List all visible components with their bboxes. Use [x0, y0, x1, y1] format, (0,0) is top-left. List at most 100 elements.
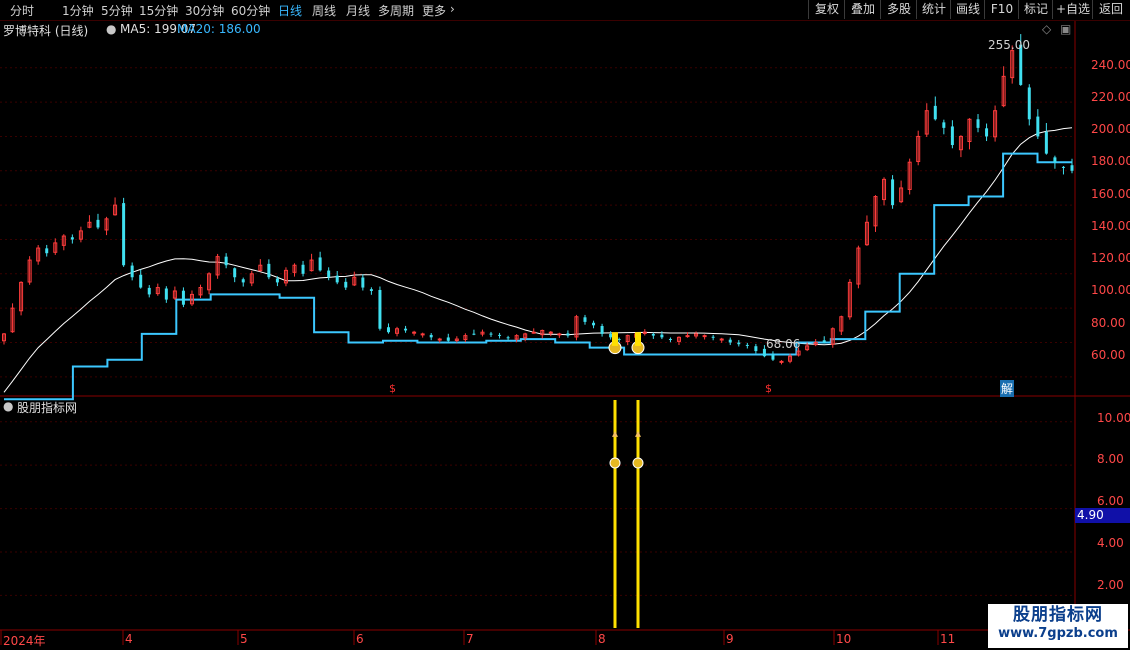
candle-body	[942, 122, 946, 128]
y-tick: 240.00	[1091, 58, 1130, 72]
stock-title: 罗博特科 (日线)	[3, 24, 89, 38]
candle-body	[668, 338, 672, 340]
diamond-icon[interactable]: ◇	[1042, 22, 1051, 36]
candle-body	[327, 270, 331, 278]
grid-lines	[0, 67, 1075, 596]
tab-15min[interactable]: 15分钟	[139, 2, 178, 19]
candle-body	[181, 290, 185, 305]
y-tick: 120.00	[1091, 251, 1130, 265]
hand-pointer-icon	[635, 430, 641, 437]
x-axis-label: 9	[726, 632, 734, 646]
candle-body	[378, 289, 382, 329]
candle-body	[592, 322, 596, 326]
tab-30min[interactable]: 30分钟	[185, 2, 224, 19]
candle-body	[70, 237, 74, 240]
add-favorite-button[interactable]: +自选	[1052, 0, 1093, 19]
candle-body	[702, 335, 707, 338]
candle-body	[275, 278, 279, 283]
candle-body	[933, 105, 937, 120]
candle-body	[1070, 165, 1074, 171]
circle-icon[interactable]: ●	[3, 399, 13, 413]
chevron-right-icon[interactable]: ›	[450, 2, 455, 16]
candle-body	[1053, 157, 1057, 163]
watermark-url: www.7gpzb.com	[998, 626, 1118, 641]
candle-body	[420, 333, 425, 336]
candle-body	[344, 281, 348, 288]
multi-stock-button[interactable]: 多股	[880, 0, 917, 19]
draw-line-button[interactable]: 画线	[950, 0, 985, 19]
y-tick: 80.00	[1091, 316, 1126, 330]
axis-frame	[0, 19, 1130, 645]
candle-body	[318, 257, 322, 271]
x-axis-label: 11	[940, 632, 956, 646]
y-tick: 60.00	[1091, 348, 1126, 362]
tab-1min[interactable]: 1分钟	[62, 2, 94, 19]
candle-body	[472, 333, 476, 335]
candle-body	[122, 203, 126, 266]
x-axis-label: 7	[466, 632, 474, 646]
overlay-button[interactable]: 叠加	[844, 0, 881, 19]
tab-60min[interactable]: 60分钟	[231, 2, 270, 19]
back-button[interactable]: 返回	[1092, 0, 1129, 19]
candle-body	[224, 256, 228, 266]
tab-daily[interactable]: 日线	[278, 2, 302, 19]
stats-button[interactable]: 统计	[916, 0, 951, 19]
hand-pointer-icon	[612, 430, 618, 437]
candle-body	[719, 338, 724, 341]
candle-body	[600, 326, 604, 334]
candle-body	[566, 333, 570, 336]
candle-body	[617, 339, 621, 341]
tab-5min[interactable]: 5分钟	[101, 2, 133, 19]
circle-icon[interactable]: ●	[106, 22, 116, 36]
candle-body	[233, 268, 237, 278]
y-tick: 200.00	[1091, 122, 1130, 136]
tab-weekly[interactable]: 周线	[312, 2, 336, 19]
money-bag-icon	[632, 457, 644, 469]
candle-body	[685, 335, 690, 338]
ma20-label: MA20: 186.00	[177, 22, 261, 36]
sub-y-tick: 8.00	[1097, 452, 1124, 466]
sub-y-tick: 2.00	[1097, 578, 1124, 592]
candle-body	[771, 354, 775, 360]
f10-button[interactable]: F10	[984, 0, 1019, 19]
y-tick: 100.00	[1091, 283, 1130, 297]
candle-body	[651, 333, 655, 336]
period-toolbar: 分时 1分钟 5分钟 15分钟 30分钟 60分钟 日线 周线 月线 多周期 更…	[0, 0, 1130, 21]
indicator-title: 股朋指标网	[17, 401, 78, 415]
candle-body	[361, 277, 365, 288]
x-axis-label: 8	[598, 632, 606, 646]
candle-body	[1036, 116, 1040, 137]
watermark-title: 股朋指标网	[1013, 605, 1103, 625]
candle-body	[950, 126, 954, 146]
tab-multi-period[interactable]: 多周期	[378, 2, 414, 19]
current-value-badge: 4.90	[1075, 508, 1130, 523]
stop-line	[4, 152, 1072, 401]
y-tick: 220.00	[1091, 90, 1130, 104]
tab-fenshi[interactable]: 分时	[10, 2, 34, 19]
candle-body	[557, 333, 562, 336]
candle-body	[1061, 166, 1065, 168]
window-icon[interactable]: ▣	[1060, 22, 1071, 36]
tab-monthly[interactable]: 月线	[346, 2, 370, 19]
x-axis-label: 10	[836, 632, 852, 646]
x-axis-label: 2024年	[3, 634, 46, 648]
candle-body	[437, 338, 442, 341]
candle-body	[660, 334, 664, 338]
mark-button[interactable]: 标记	[1018, 0, 1053, 19]
dollar-mark-2: $	[765, 382, 772, 395]
candle-body	[609, 333, 613, 338]
candle-body	[985, 128, 989, 137]
candle-body	[335, 275, 339, 283]
candle-body	[1027, 87, 1031, 120]
tab-more[interactable]: 更多	[422, 2, 446, 19]
fuquan-button[interactable]: 复权	[808, 0, 845, 19]
candle-body	[822, 340, 826, 343]
jie-badge: 解	[1000, 380, 1015, 397]
watermark: 股朋指标网 www.7gpzb.com	[988, 604, 1128, 648]
candle-body	[1044, 131, 1048, 154]
candle-body	[429, 334, 433, 338]
x-axis-label: 6	[356, 632, 364, 646]
high-price-label: 255.00	[988, 38, 1030, 52]
candle-body	[531, 331, 536, 334]
y-tick: 160.00	[1091, 187, 1130, 201]
